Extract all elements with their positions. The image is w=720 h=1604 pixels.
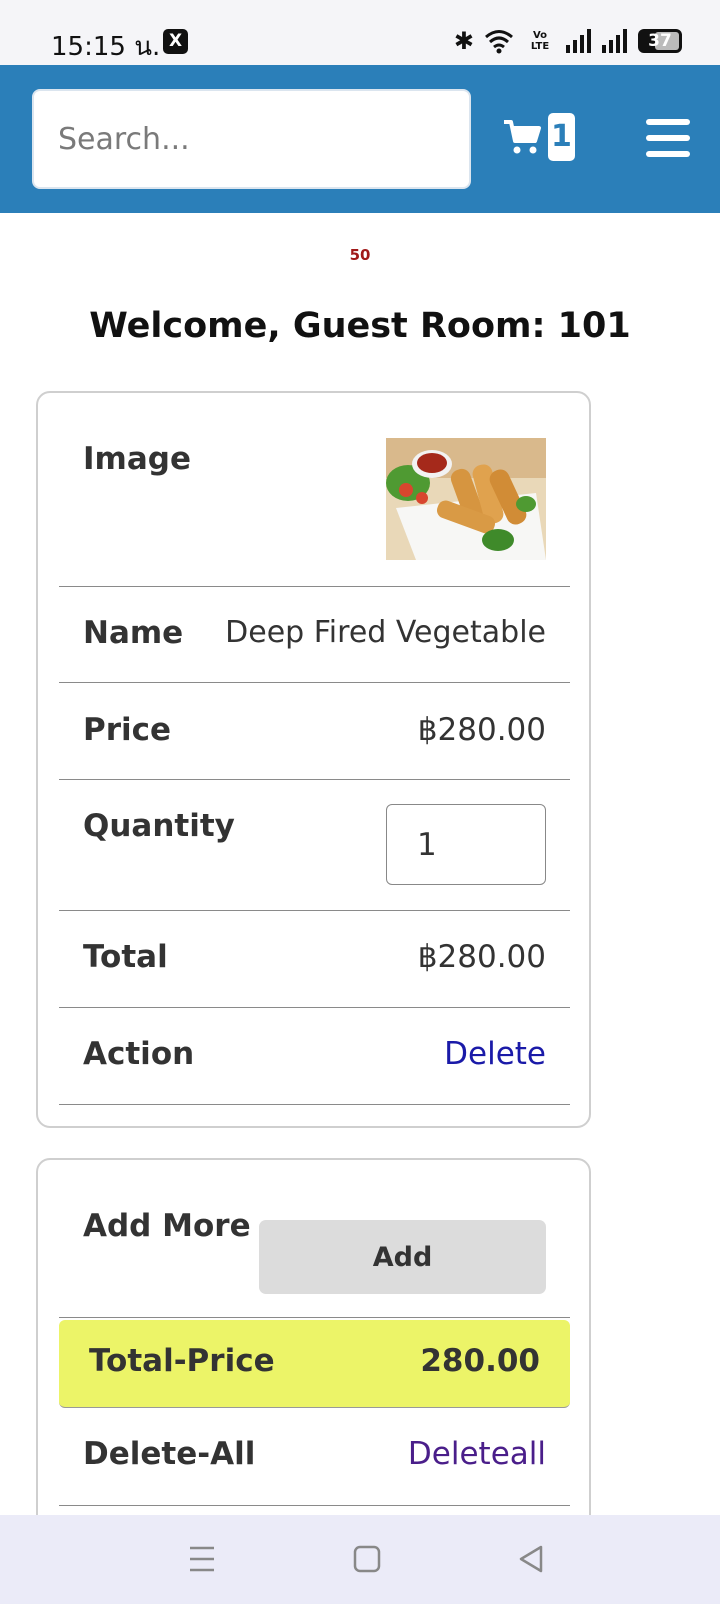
delete-link[interactable]: Delete xyxy=(444,1036,546,1072)
recent-apps-icon[interactable] xyxy=(184,1541,220,1577)
row-total: Total ฿280.00 xyxy=(59,911,570,1008)
price-value: ฿280.00 xyxy=(417,712,546,748)
row-image: Image xyxy=(59,393,570,587)
welcome-heading: Welcome, Guest Room: 101 xyxy=(89,306,631,346)
search-input[interactable] xyxy=(32,89,471,189)
row-quantity: Quantity xyxy=(59,780,570,911)
home-icon[interactable] xyxy=(349,1541,385,1577)
top-header: 1 xyxy=(0,65,720,213)
quantity-input[interactable] xyxy=(386,804,546,885)
add-more-label: Add More xyxy=(83,1208,251,1244)
cart-count-badge: 1 xyxy=(548,113,575,161)
x-app-icon: X xyxy=(163,29,188,54)
wifi-icon xyxy=(485,30,513,54)
name-value: Deep Fired Vegetable xyxy=(225,615,546,650)
battery-icon: 37 xyxy=(638,29,682,53)
volte-icon: Vo LTE xyxy=(530,30,550,52)
name-label: Name xyxy=(83,615,184,651)
system-nav-bar xyxy=(0,1515,720,1604)
status-bar: 15:15 น. X ✱ Vo LTE 37 xyxy=(0,0,720,65)
quantity-label: Quantity xyxy=(83,808,235,844)
status-time: 15:15 น. xyxy=(51,32,161,62)
signal-icon-2 xyxy=(602,29,627,53)
cart-icon xyxy=(504,120,541,154)
battery-level: 37 xyxy=(648,31,672,51)
total-price-row: Total-Price 280.00 xyxy=(59,1320,570,1408)
deleteall-link[interactable]: Deleteall xyxy=(408,1436,546,1472)
row-action: Action Delete xyxy=(59,1008,570,1105)
cart-button[interactable]: 1 xyxy=(502,113,575,161)
row-price: Price ฿280.00 xyxy=(59,683,570,780)
image-label: Image xyxy=(83,441,191,477)
bluetooth-icon: ✱ xyxy=(453,27,474,55)
total-price-label: Total-Price xyxy=(89,1343,275,1379)
row-delete-all: Delete-All Deleteall xyxy=(59,1408,570,1506)
row-add-more: Add More Add xyxy=(59,1160,570,1318)
action-label: Action xyxy=(83,1036,195,1072)
status-icons: ✱ Vo LTE 37 xyxy=(454,26,682,56)
cart-item-card: Image Name Deep Fired Vegetable Price ฿2… xyxy=(36,391,591,1128)
hamburger-menu-icon[interactable] xyxy=(646,119,690,157)
total-price-value: 280.00 xyxy=(420,1343,540,1379)
signal-icon xyxy=(566,29,591,53)
total-label: Total xyxy=(83,939,168,975)
food-image xyxy=(386,438,546,560)
counter-text: 50 xyxy=(349,246,371,264)
delete-all-label: Delete-All xyxy=(83,1436,256,1472)
total-value: ฿280.00 xyxy=(417,939,546,975)
back-icon[interactable] xyxy=(513,1541,549,1577)
add-button[interactable]: Add xyxy=(259,1220,546,1294)
price-label: Price xyxy=(83,712,172,748)
row-name: Name Deep Fired Vegetable xyxy=(59,587,570,683)
